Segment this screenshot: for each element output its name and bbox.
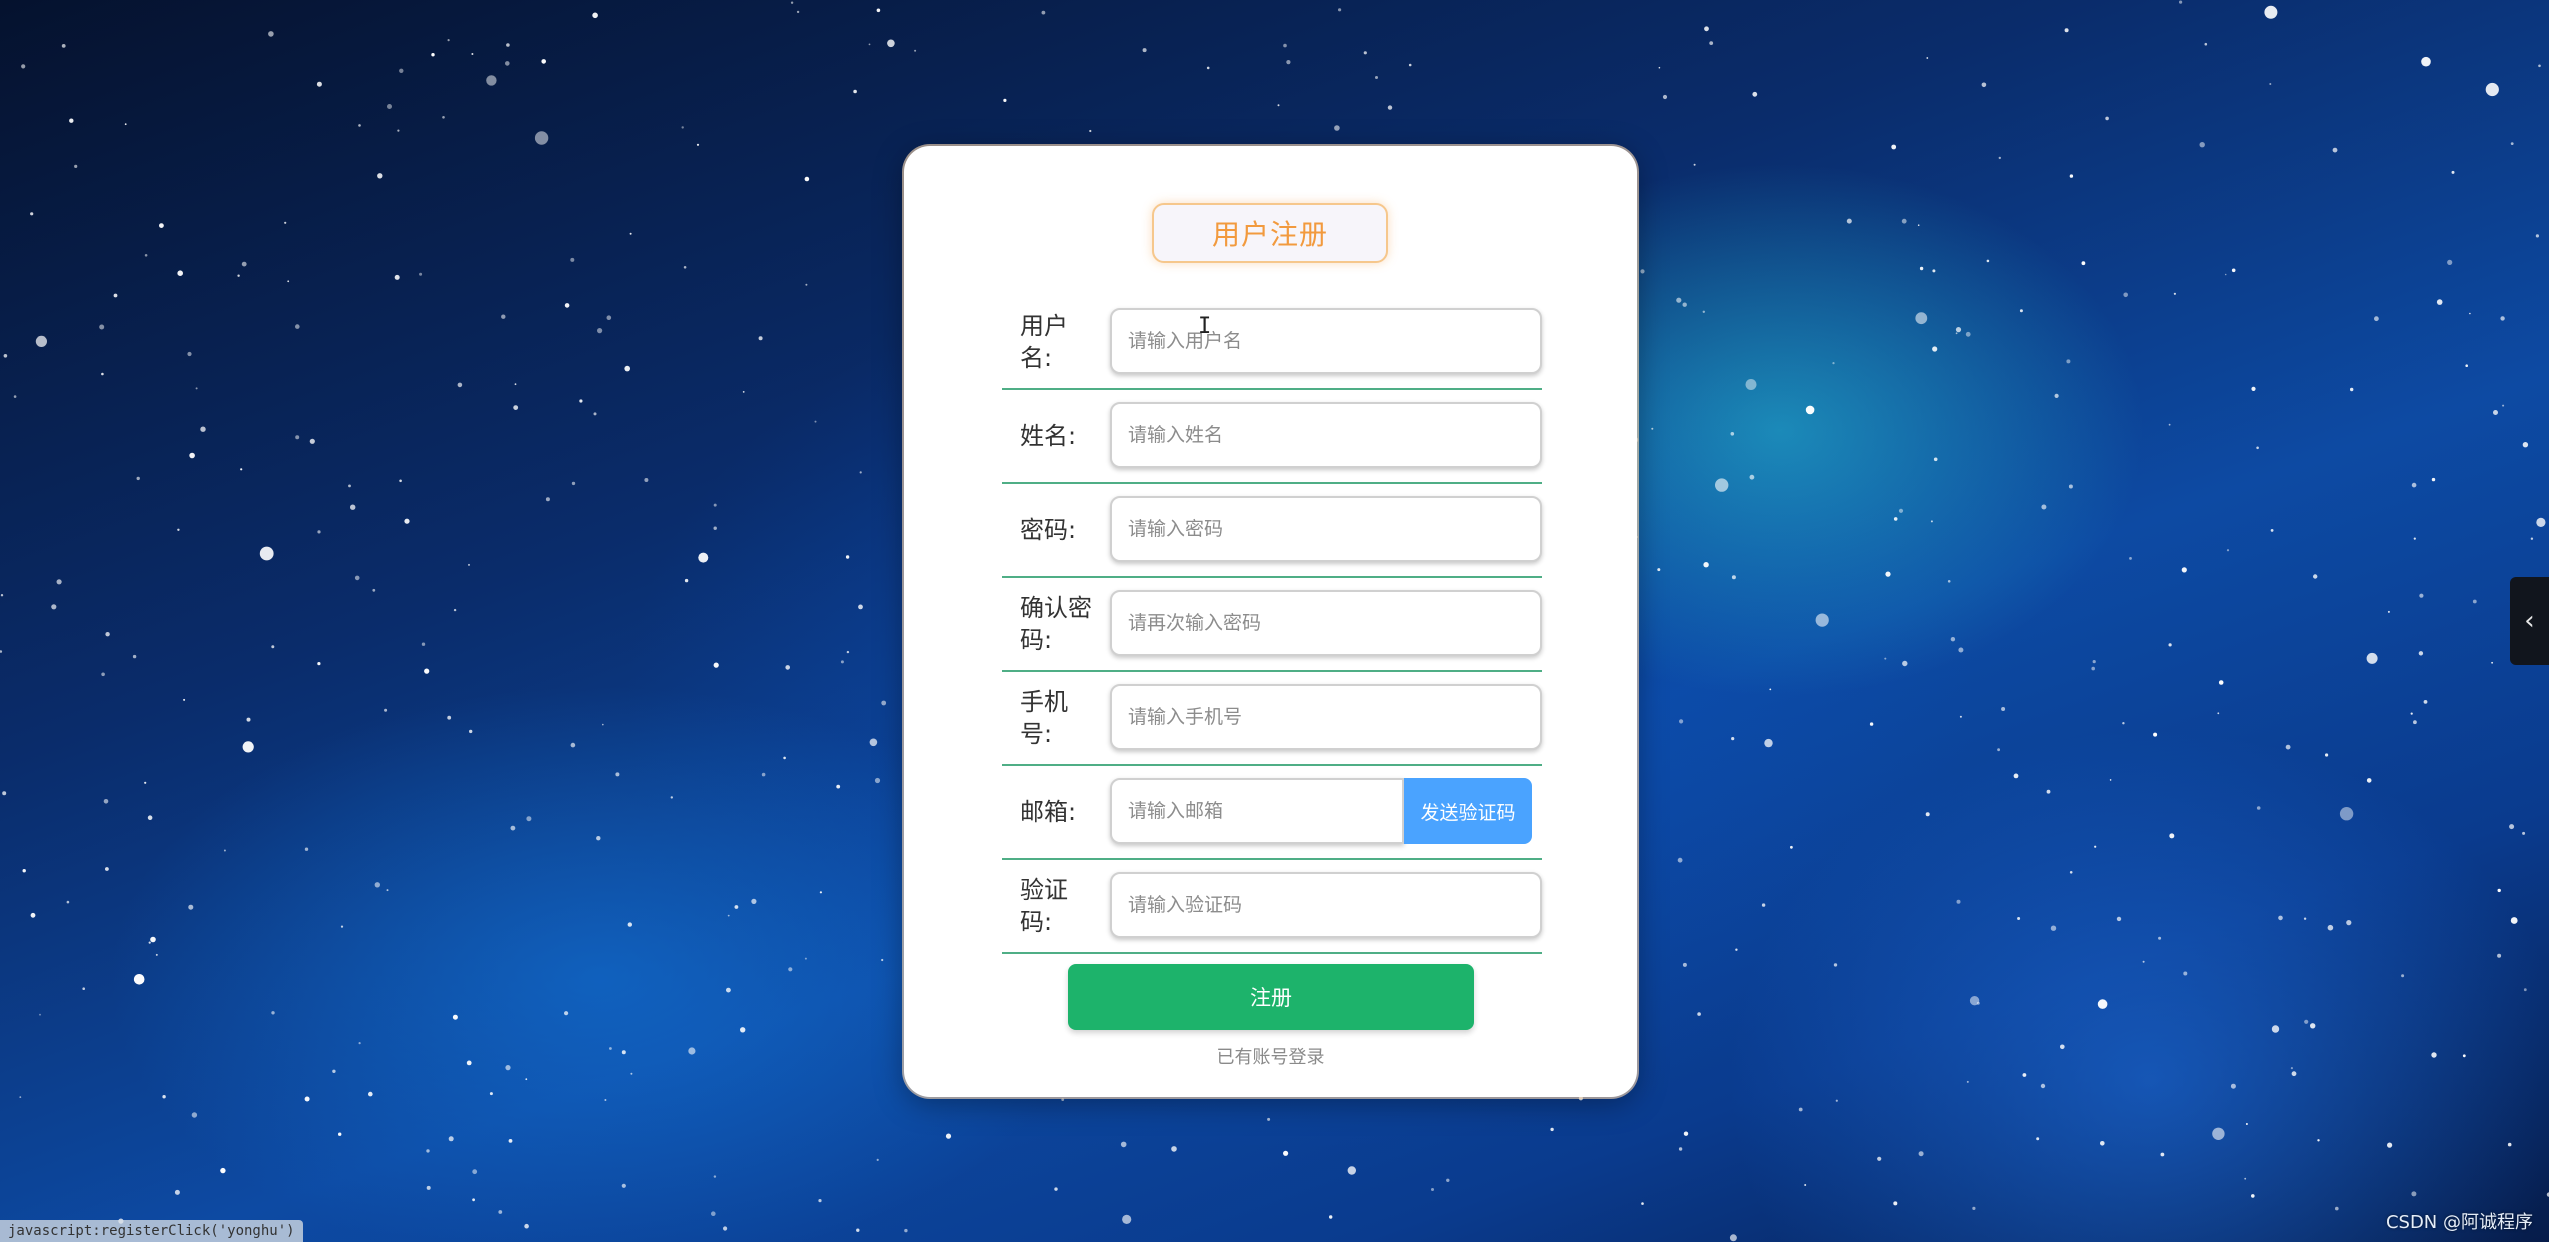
verify-code-label: 验证 码: [1020, 876, 1068, 936]
title-box: 用户注册 [1152, 203, 1388, 263]
email-input[interactable] [1110, 778, 1404, 844]
confirm-password-row: 确认密 码: [1002, 578, 1542, 672]
confirm-password-label: 确认密 码: [1020, 594, 1092, 654]
watermark: CSDN @阿诚程序 [2385, 1212, 2533, 1233]
password-label: 密码: [1020, 516, 1077, 544]
username-input[interactable] [1110, 308, 1542, 374]
username-row: 用户 名: [1002, 296, 1542, 390]
name-row: 姓名: [1002, 390, 1542, 484]
side-panel-toggle[interactable]: ‹ [2510, 577, 2549, 665]
chevron-left-icon: ‹ [2524, 606, 2535, 636]
name-input[interactable] [1110, 402, 1542, 468]
send-code-button[interactable]: 发送验证码 [1404, 778, 1532, 844]
name-label: 姓名: [1020, 422, 1077, 450]
username-label: 用户 名: [1020, 312, 1068, 372]
page-title: 用户注册 [1211, 218, 1328, 251]
status-bar-url: javascript:registerClick('yonghu') [0, 1220, 303, 1242]
login-link[interactable]: 已有账号登录 [904, 1043, 1637, 1069]
verify-code-input[interactable] [1110, 872, 1542, 938]
text-cursor-icon: I [1198, 314, 1212, 339]
email-label: 邮箱: [1020, 798, 1077, 826]
phone-label: 手机 号: [1020, 688, 1068, 748]
register-button[interactable]: 注册 [1068, 964, 1474, 1030]
email-row: 邮箱: 发送验证码 [1002, 766, 1542, 860]
password-row: 密码: [1002, 484, 1542, 578]
password-input[interactable] [1110, 496, 1542, 562]
register-card: 用户注册 用户 名: 姓名: 密码: 确认密 码: 手机 号: 邮箱: 发送验证… [904, 146, 1637, 1097]
phone-input[interactable] [1110, 684, 1542, 750]
phone-row: 手机 号: [1002, 672, 1542, 766]
verify-code-row: 验证 码: [1002, 860, 1542, 954]
confirm-password-input[interactable] [1110, 590, 1542, 656]
